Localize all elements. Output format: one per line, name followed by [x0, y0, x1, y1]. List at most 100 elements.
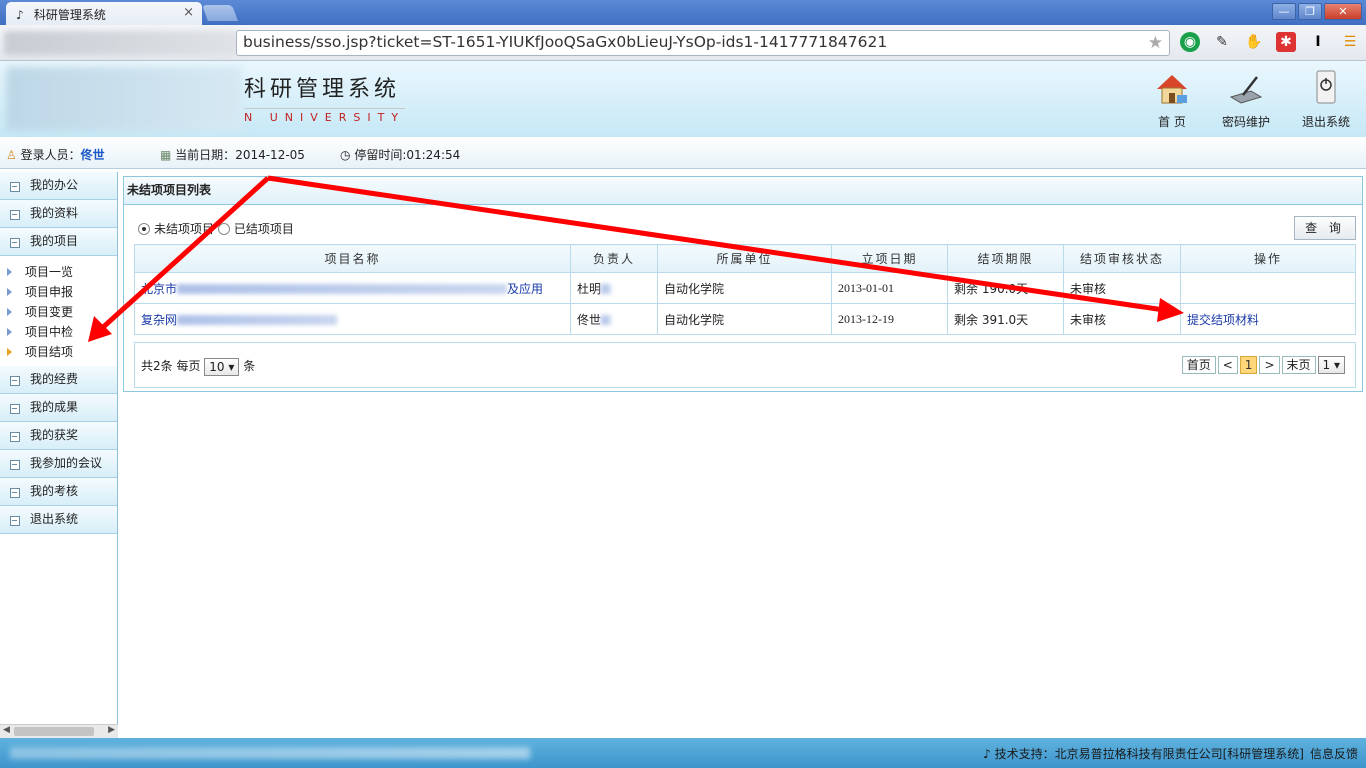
radio-checked-icon[interactable] [138, 223, 150, 235]
password-button[interactable]: 密码维护 [1218, 69, 1274, 130]
current-date-info: ▦ 当前日期：2014-12-05 [160, 146, 305, 163]
maximize-button[interactable]: ❐ [1298, 3, 1322, 20]
unit-cell: 自动化学院 [657, 272, 832, 304]
login-label: 登录人员： [20, 148, 81, 162]
address-url: business/sso.jsp?ticket=ST-1651-YIUKfJoo… [243, 33, 888, 51]
start-date-cell: 2013-01-01 [831, 272, 948, 304]
query-button[interactable]: 查 询 [1294, 216, 1356, 240]
submenu-project-overview[interactable]: 项目一览 [0, 262, 117, 282]
sidebar-item-my-achievements[interactable]: 我的成果 [0, 394, 117, 422]
login-user-info: ♙ 登录人员：佟世 [6, 146, 105, 163]
sidebar-item-my-assessment[interactable]: 我的考核 [0, 478, 117, 506]
sidebar-item-my-office[interactable]: 我的办公 [0, 172, 117, 200]
footer-redacted-text [10, 747, 530, 759]
submenu-project-change[interactable]: 项目变更 [0, 302, 117, 322]
submenu-project-midterm[interactable]: 项目中检 [0, 322, 117, 342]
radio-finished-label: 已结项项目 [233, 222, 294, 236]
radio-unfinished[interactable]: 未结项项目 [138, 222, 214, 236]
submit-closure-link[interactable]: 提交结项材料 [1187, 313, 1259, 327]
logout-button[interactable]: 退出系统 [1298, 69, 1354, 130]
minimize-button[interactable]: — [1272, 3, 1296, 20]
date-label: 当前日期： [175, 148, 236, 162]
radio-unchecked-icon[interactable] [217, 223, 230, 235]
new-tab-button[interactable] [202, 5, 238, 21]
start-date-cell: 2013-12-19 [831, 303, 948, 335]
project-name-cell[interactable]: 北京市 及应用 [134, 272, 571, 304]
user-icon: ♙ [6, 148, 17, 162]
redacted-text [177, 315, 338, 325]
feedback-link[interactable]: 信息反馈 [1310, 745, 1358, 762]
status-cell: 未审核 [1063, 272, 1181, 304]
browser-tab-bar: ♪ 科研管理系统 × — ❐ ✕ [0, 0, 1366, 26]
first-page-button[interactable]: 首页 [1181, 356, 1216, 374]
deadline-cell: 剩余 190.0天 [947, 272, 1064, 304]
table-header-row: 项目名称 负责人 所属单位 立项日期 结项期限 结项审核状态 操作 [134, 244, 1356, 273]
extension-evernote-icon[interactable]: ✋ [1244, 32, 1264, 52]
scroll-right-icon[interactable]: ▶ [108, 725, 115, 735]
sidebar-item-my-funds[interactable]: 我的经费 [0, 366, 117, 394]
tab-close-icon[interactable]: × [183, 5, 194, 20]
table-row: 复杂网 佟世 自动化学院 2013-12-19 剩余 391.0天 未审核 提交… [134, 303, 1356, 335]
col-start-date: 立项日期 [831, 244, 948, 273]
sidebar-item-my-awards[interactable]: 我的获奖 [0, 422, 117, 450]
page-select[interactable]: 1 ▾ [1317, 356, 1345, 374]
project-table: 项目名称 负责人 所属单位 立项日期 结项期限 结项审核状态 操作 北京市 及应用… [134, 244, 1356, 335]
scroll-left-icon[interactable]: ◀ [3, 725, 10, 735]
action-cell: 提交结项材料 [1180, 303, 1356, 335]
extension-power-icon[interactable]: ◉ [1180, 32, 1200, 52]
window-close-button[interactable]: ✕ [1324, 3, 1362, 20]
prev-page-button[interactable]: < [1217, 356, 1238, 374]
stay-time-info: ◷ 停留时间:01:24:54 [340, 146, 460, 163]
leader-name: 佟世 [577, 312, 602, 327]
sidebar-item-my-profile[interactable]: 我的资料 [0, 200, 117, 228]
home-label: 首 页 [1158, 115, 1186, 129]
current-page-button[interactable]: 1 [1239, 356, 1258, 374]
col-leader: 负责人 [570, 244, 658, 273]
project-name-cell[interactable]: 复杂网 [134, 303, 571, 335]
scrollbar-thumb[interactable] [14, 727, 94, 736]
power-switch-icon [1316, 70, 1336, 104]
col-deadline: 结项期限 [947, 244, 1064, 273]
submenu-project-apply[interactable]: 项目申报 [0, 282, 117, 302]
sidebar-horizontal-scrollbar[interactable]: ◀ ▶ [0, 724, 118, 738]
submenu-project-closure[interactable]: 项目结项 [0, 342, 117, 362]
browser-menu-icon[interactable]: ☰ [1340, 32, 1360, 52]
radio-finished[interactable]: 已结项项目 [217, 222, 294, 236]
stay-value: 01:24:54 [406, 148, 461, 162]
sidebar-item-my-projects[interactable]: 我的项目 [0, 228, 117, 256]
sidebar-menu: 我的办公 我的资料 我的项目 项目一览 项目申报 项目变更 项目中检 项目结项 … [0, 172, 118, 738]
home-button[interactable]: 首 页 [1148, 69, 1196, 130]
app-header: 科研管理系统 N UNIVERSITY 首 页 密码维护 退出系统 [0, 61, 1366, 137]
extension-icons: ◉ ✎ ✋ ✱ I ☰ [1180, 32, 1360, 52]
password-pen-icon [1229, 76, 1263, 104]
project-submenu: 项目一览 项目申报 项目变更 项目中检 项目结项 [0, 256, 117, 366]
clock-icon: ◷ [340, 148, 351, 162]
redacted-text [601, 284, 612, 294]
project-name-link[interactable]: 北京市 [141, 282, 177, 296]
extension-i-icon[interactable]: I [1308, 32, 1328, 52]
university-subtitle: N UNIVERSITY [244, 108, 406, 124]
support-text: 技术支持：北京易普拉格科技有限责任公司[科研管理系统] [994, 747, 1304, 761]
per-page-select[interactable]: 10 ▾ [204, 357, 240, 376]
deadline-cell: 剩余 391.0天 [947, 303, 1064, 335]
bookmark-star-icon[interactable]: ★ [1148, 33, 1163, 53]
project-filter-radios: 未结项项目 已结项项目 [138, 220, 294, 237]
sidebar-item-my-meetings[interactable]: 我参加的会议 [0, 450, 117, 478]
window-controls: — ❐ ✕ [1272, 3, 1362, 20]
login-user-name: 佟世 [80, 148, 105, 162]
home-icon [1157, 75, 1187, 104]
project-name-link[interactable]: 复杂网 [141, 313, 177, 327]
panel-title: 未结项项目列表 [124, 177, 1362, 205]
radio-unfinished-label: 未结项项目 [154, 222, 215, 236]
sidebar-item-logout[interactable]: 退出系统 [0, 506, 117, 534]
browser-tab[interactable]: ♪ 科研管理系统 × [6, 2, 202, 26]
extension-red-icon[interactable]: ✱ [1276, 32, 1296, 52]
next-page-button[interactable]: > [1259, 356, 1280, 374]
col-action: 操作 [1180, 244, 1356, 273]
last-page-button[interactable]: 末页 [1281, 356, 1316, 374]
extension-key-icon[interactable]: ✎ [1212, 32, 1232, 52]
password-label: 密码维护 [1221, 115, 1270, 129]
project-name-link-suffix[interactable]: 及应用 [507, 282, 543, 296]
address-bar[interactable]: business/sso.jsp?ticket=ST-1651-YIUKfJoo… [236, 30, 1170, 56]
unit-cell: 自动化学院 [657, 303, 832, 335]
